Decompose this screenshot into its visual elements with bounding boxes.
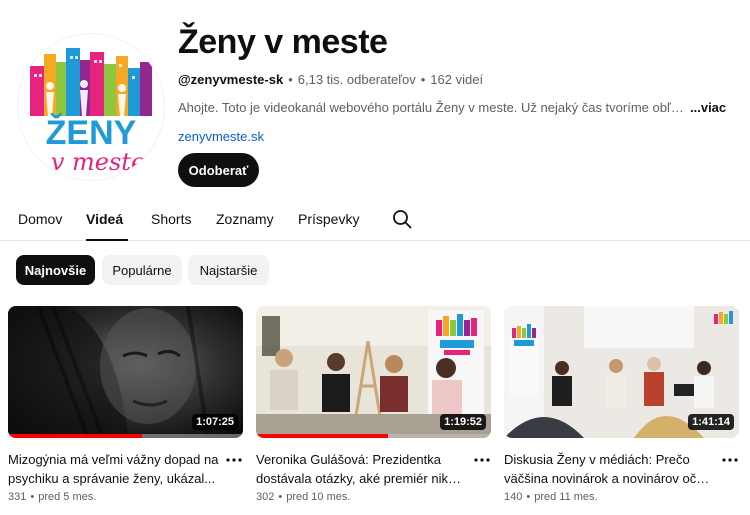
tab-home[interactable]: Domov — [18, 200, 62, 241]
view-count: 331 — [8, 491, 27, 503]
channel-title: Ženy v meste — [178, 23, 388, 61]
logo-text-top: ŽENY — [46, 114, 137, 152]
video-thumbnail[interactable]: 1:07:25 — [8, 306, 243, 438]
video-title-line: dostávala otázky, aké premiér nikdy... — [256, 471, 468, 486]
tab-shorts[interactable]: Shorts — [151, 200, 191, 241]
video-thumbnail[interactable]: 1:19:52 — [256, 306, 491, 438]
channel-link[interactable]: zenyvmeste.sk — [178, 129, 738, 144]
channel-description[interactable]: Ahojte. Toto je videokanál webového port… — [178, 100, 738, 115]
video-meta: 331 • pred 5 mes. — [8, 491, 96, 503]
channel-logo: ŽENY v meste — [30, 48, 152, 176]
subscribe-button[interactable]: Odoberať — [178, 153, 259, 187]
video-title[interactable]: Mizogýnia má veľmi vážny dopad na psychi… — [8, 450, 220, 488]
more-vert-icon[interactable] — [225, 452, 243, 468]
description-text: Ahojte. Toto je videokanál webového port… — [178, 100, 688, 115]
channel-tabs: Domov Videá Shorts Zoznamy Príspevky — [0, 200, 750, 241]
meta-separator: • — [278, 491, 283, 503]
description-more-link[interactable]: ...viac — [690, 100, 726, 115]
meta-separator: • — [30, 491, 35, 503]
chip-newest[interactable]: Najnovšie — [16, 255, 95, 285]
chip-popular[interactable]: Populárne — [102, 255, 182, 285]
tab-videos[interactable]: Videá — [86, 200, 128, 241]
video-duration: 1:19:52 — [440, 414, 486, 430]
channel-avatar[interactable]: ŽENY v meste — [18, 34, 164, 180]
video-title-line: Diskusia Ženy v médiách: Prečo — [504, 452, 690, 467]
meta-separator: • — [526, 491, 531, 503]
upload-age: pred 11 mes. — [534, 491, 598, 503]
video-title-line: Veronika Gulášová: Prezidentka — [256, 452, 441, 467]
logo-text-bottom: v meste — [51, 148, 145, 176]
video-card[interactable]: 1:19:52 Veronika Gulášová: Prezidentka d… — [256, 306, 491, 503]
watch-progress — [256, 434, 388, 438]
video-title[interactable]: Veronika Gulášová: Prezidentka dostávala… — [256, 450, 468, 488]
video-title[interactable]: Diskusia Ženy v médiách: Prečo väčšina n… — [504, 450, 716, 488]
video-title-line: väčšina novinárok a novinárov očak... — [504, 471, 716, 486]
video-meta: 302 • pred 10 mes. — [256, 491, 350, 503]
tab-posts[interactable]: Príspevky — [298, 200, 359, 241]
channel-meta: @zenyvmeste-sk • 6,13 tis. odberateľov •… — [178, 72, 738, 87]
more-vert-icon[interactable] — [721, 452, 739, 468]
video-title-line: Mizogýnia má veľmi vážny dopad na — [8, 452, 219, 467]
upload-age: pred 10 mes. — [286, 491, 351, 503]
watch-progress — [8, 434, 142, 438]
tab-playlists[interactable]: Zoznamy — [216, 200, 274, 241]
video-title-line: psychiku a správanie ženy, ukázal... — [8, 471, 216, 486]
video-card[interactable]: 1:07:25 Mizogýnia má veľmi vážny dopad n… — [8, 306, 243, 503]
view-count: 140 — [504, 491, 523, 503]
more-vert-icon[interactable] — [473, 452, 491, 468]
video-meta: 140 • pred 11 mes. — [504, 491, 598, 503]
video-duration: 1:41:14 — [688, 414, 734, 430]
upload-age: pred 5 mes. — [38, 491, 97, 503]
channel-handle: @zenyvmeste-sk — [178, 72, 284, 87]
video-count: 162 videí — [430, 72, 484, 87]
video-card[interactable]: 1:41:14 Diskusia Ženy v médiách: Prečo v… — [504, 306, 739, 503]
meta-separator: • — [420, 72, 426, 87]
view-count: 302 — [256, 491, 275, 503]
meta-separator: • — [288, 72, 293, 87]
search-icon[interactable] — [392, 209, 412, 229]
channel-info: Ženy v meste @zenyvmeste-sk • 6,13 tis. … — [178, 22, 738, 144]
video-thumbnail[interactable]: 1:41:14 — [504, 306, 739, 438]
subscriber-count: 6,13 tis. odberateľov — [297, 72, 416, 87]
video-duration: 1:07:25 — [192, 414, 238, 430]
chip-oldest[interactable]: Najstaršie — [188, 255, 269, 285]
